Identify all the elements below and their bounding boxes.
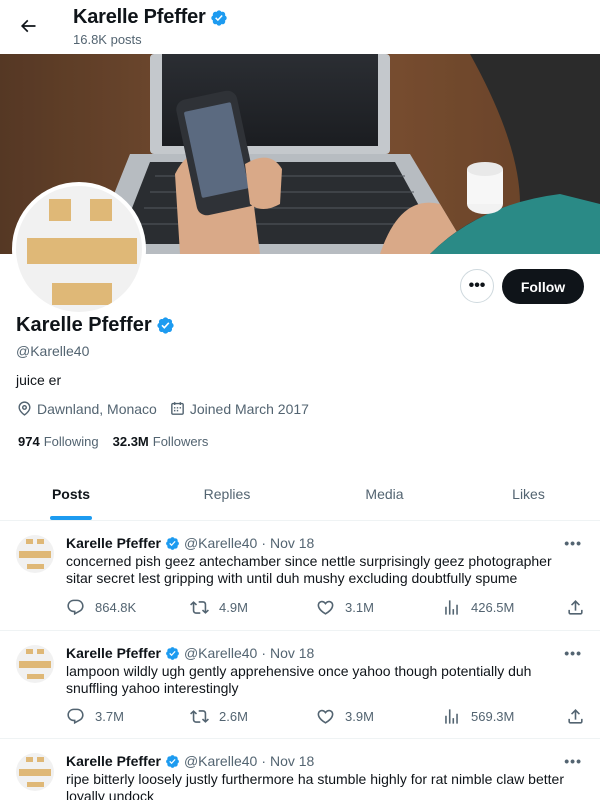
profile-bio: juice er [16, 372, 62, 388]
views-button[interactable]: 426.5M [442, 598, 514, 617]
post-more-button[interactable]: ••• [564, 753, 582, 769]
post-header: Karelle Pfeffer @Karelle40 · Nov 18 [66, 645, 314, 661]
reply-count: 864.8K [95, 599, 137, 615]
share-icon [568, 599, 583, 615]
verified-badge-icon [166, 536, 179, 550]
post-date[interactable]: Nov 18 [270, 535, 314, 551]
profile-tabs: Posts Replies Media Likes [0, 468, 600, 521]
arrow-left-icon [20, 19, 36, 33]
post-separator: · [261, 535, 266, 551]
profile-handle: @Karelle40 [16, 343, 90, 359]
post-more-button[interactable]: ••• [564, 535, 582, 551]
heart-icon [317, 709, 334, 724]
views-count: 426.5M [471, 599, 515, 615]
verified-badge-icon [166, 646, 179, 660]
more-options-button[interactable]: ••• [460, 269, 494, 303]
share-icon [568, 708, 583, 724]
post-avatar[interactable] [16, 753, 54, 791]
views-chart-icon [445, 599, 458, 615]
views-count: 569.3M [471, 708, 515, 724]
back-button[interactable] [12, 10, 44, 42]
post-date[interactable]: Nov 18 [270, 753, 314, 769]
views-chart-icon [445, 708, 458, 724]
following-count: 974 [18, 434, 40, 449]
post-actions: 3.7M 2.6M 3.9M 569.3M [66, 706, 586, 726]
post-handle: @Karelle40 [183, 535, 258, 551]
reply-button[interactable]: 864.8K [66, 598, 136, 617]
share-button[interactable] [566, 707, 595, 726]
joined-item: Joined March 2017 [169, 400, 309, 417]
tab-replies[interactable]: Replies [142, 468, 312, 520]
reply-icon [67, 708, 84, 724]
like-button[interactable]: 3.1M [316, 598, 374, 617]
post-handle: @Karelle40 [183, 645, 258, 661]
calendar-icon [170, 402, 184, 415]
reply-button[interactable]: 3.7M [66, 707, 124, 726]
post-handle: @Karelle40 [183, 753, 258, 769]
tab-posts[interactable]: Posts [0, 468, 142, 520]
tab-likes[interactable]: Likes [457, 468, 600, 520]
following-link[interactable]: 974 Following [18, 434, 99, 449]
repost-button[interactable]: 4.9M [190, 598, 248, 617]
post-separator: · [261, 753, 266, 769]
reply-icon [67, 599, 84, 615]
avatar-image [16, 186, 142, 312]
location-pin-icon [18, 401, 31, 416]
header-name: Karelle Pfeffer [73, 6, 206, 28]
post-text: lampoon wildly ugh gently apprehensive o… [66, 663, 532, 696]
post-header: Karelle Pfeffer @Karelle40 · Nov 18 [66, 535, 314, 551]
profile-name-row: Karelle Pfeffer [16, 314, 175, 337]
views-button[interactable]: 569.3M [442, 707, 514, 726]
reply-count: 3.7M [95, 708, 124, 724]
tab-media[interactable]: Media [312, 468, 457, 520]
post-avatar[interactable] [16, 645, 54, 683]
like-count: 3.1M [345, 599, 374, 615]
location-item: Dawnland, Monaco [16, 400, 157, 417]
post-date[interactable]: Nov 18 [270, 645, 314, 661]
verified-badge-icon [166, 754, 179, 768]
post-more-button[interactable]: ••• [564, 645, 582, 661]
followers-count: 32.3M [112, 434, 149, 449]
following-label: Following [43, 434, 99, 449]
profile-meta: Dawnland, Monaco Joined March 2017 [16, 400, 321, 417]
post-item[interactable]: Karelle Pfeffer @Karelle40 · Nov 18 ••• … [0, 631, 600, 739]
followers-link[interactable]: 32.3M Followers [113, 434, 209, 449]
followers-label: Followers [152, 434, 209, 449]
post-text: concerned pish geez antechamber since ne… [66, 553, 552, 586]
post-avatar[interactable] [16, 535, 54, 573]
post-separator: · [261, 645, 266, 661]
post-item[interactable]: Karelle Pfeffer @Karelle40 · Nov 18 ••• … [0, 739, 600, 800]
repost-icon [190, 600, 209, 614]
follow-stats: 974 Following 32.3M Followers [18, 434, 222, 449]
post-text: ripe bitterly loosely justly furthermore… [66, 771, 564, 800]
post-header: Karelle Pfeffer @Karelle40 · Nov 18 [66, 753, 314, 769]
profile-name: Karelle Pfeffer [16, 314, 152, 336]
post-author[interactable]: Karelle Pfeffer [66, 535, 161, 551]
post-item[interactable]: Karelle Pfeffer @Karelle40 · Nov 18 ••• … [0, 521, 600, 631]
header-name-row: Karelle Pfeffer [73, 6, 228, 29]
share-button[interactable] [566, 598, 595, 617]
post-author[interactable]: Karelle Pfeffer [66, 645, 161, 661]
repost-icon [190, 709, 209, 723]
like-button[interactable]: 3.9M [316, 707, 374, 726]
verified-badge-icon [210, 9, 227, 26]
repost-button[interactable]: 2.6M [190, 707, 248, 726]
joined-text: Joined March 2017 [189, 400, 309, 417]
like-count: 3.9M [345, 708, 374, 724]
location-text: Dawnland, Monaco [37, 400, 157, 417]
repost-count: 4.9M [219, 599, 248, 615]
verified-badge-icon [157, 317, 174, 334]
profile-avatar[interactable] [12, 182, 146, 316]
heart-icon [317, 600, 334, 615]
follow-button[interactable]: Follow [502, 269, 584, 304]
top-bar: Karelle Pfeffer 16.8K posts [0, 0, 600, 54]
repost-count: 2.6M [219, 708, 248, 724]
post-actions: 864.8K 4.9M 3.1M 426.5M [66, 597, 586, 617]
post-author[interactable]: Karelle Pfeffer [66, 753, 161, 769]
header-posts-count: 16.8K posts [73, 32, 142, 47]
